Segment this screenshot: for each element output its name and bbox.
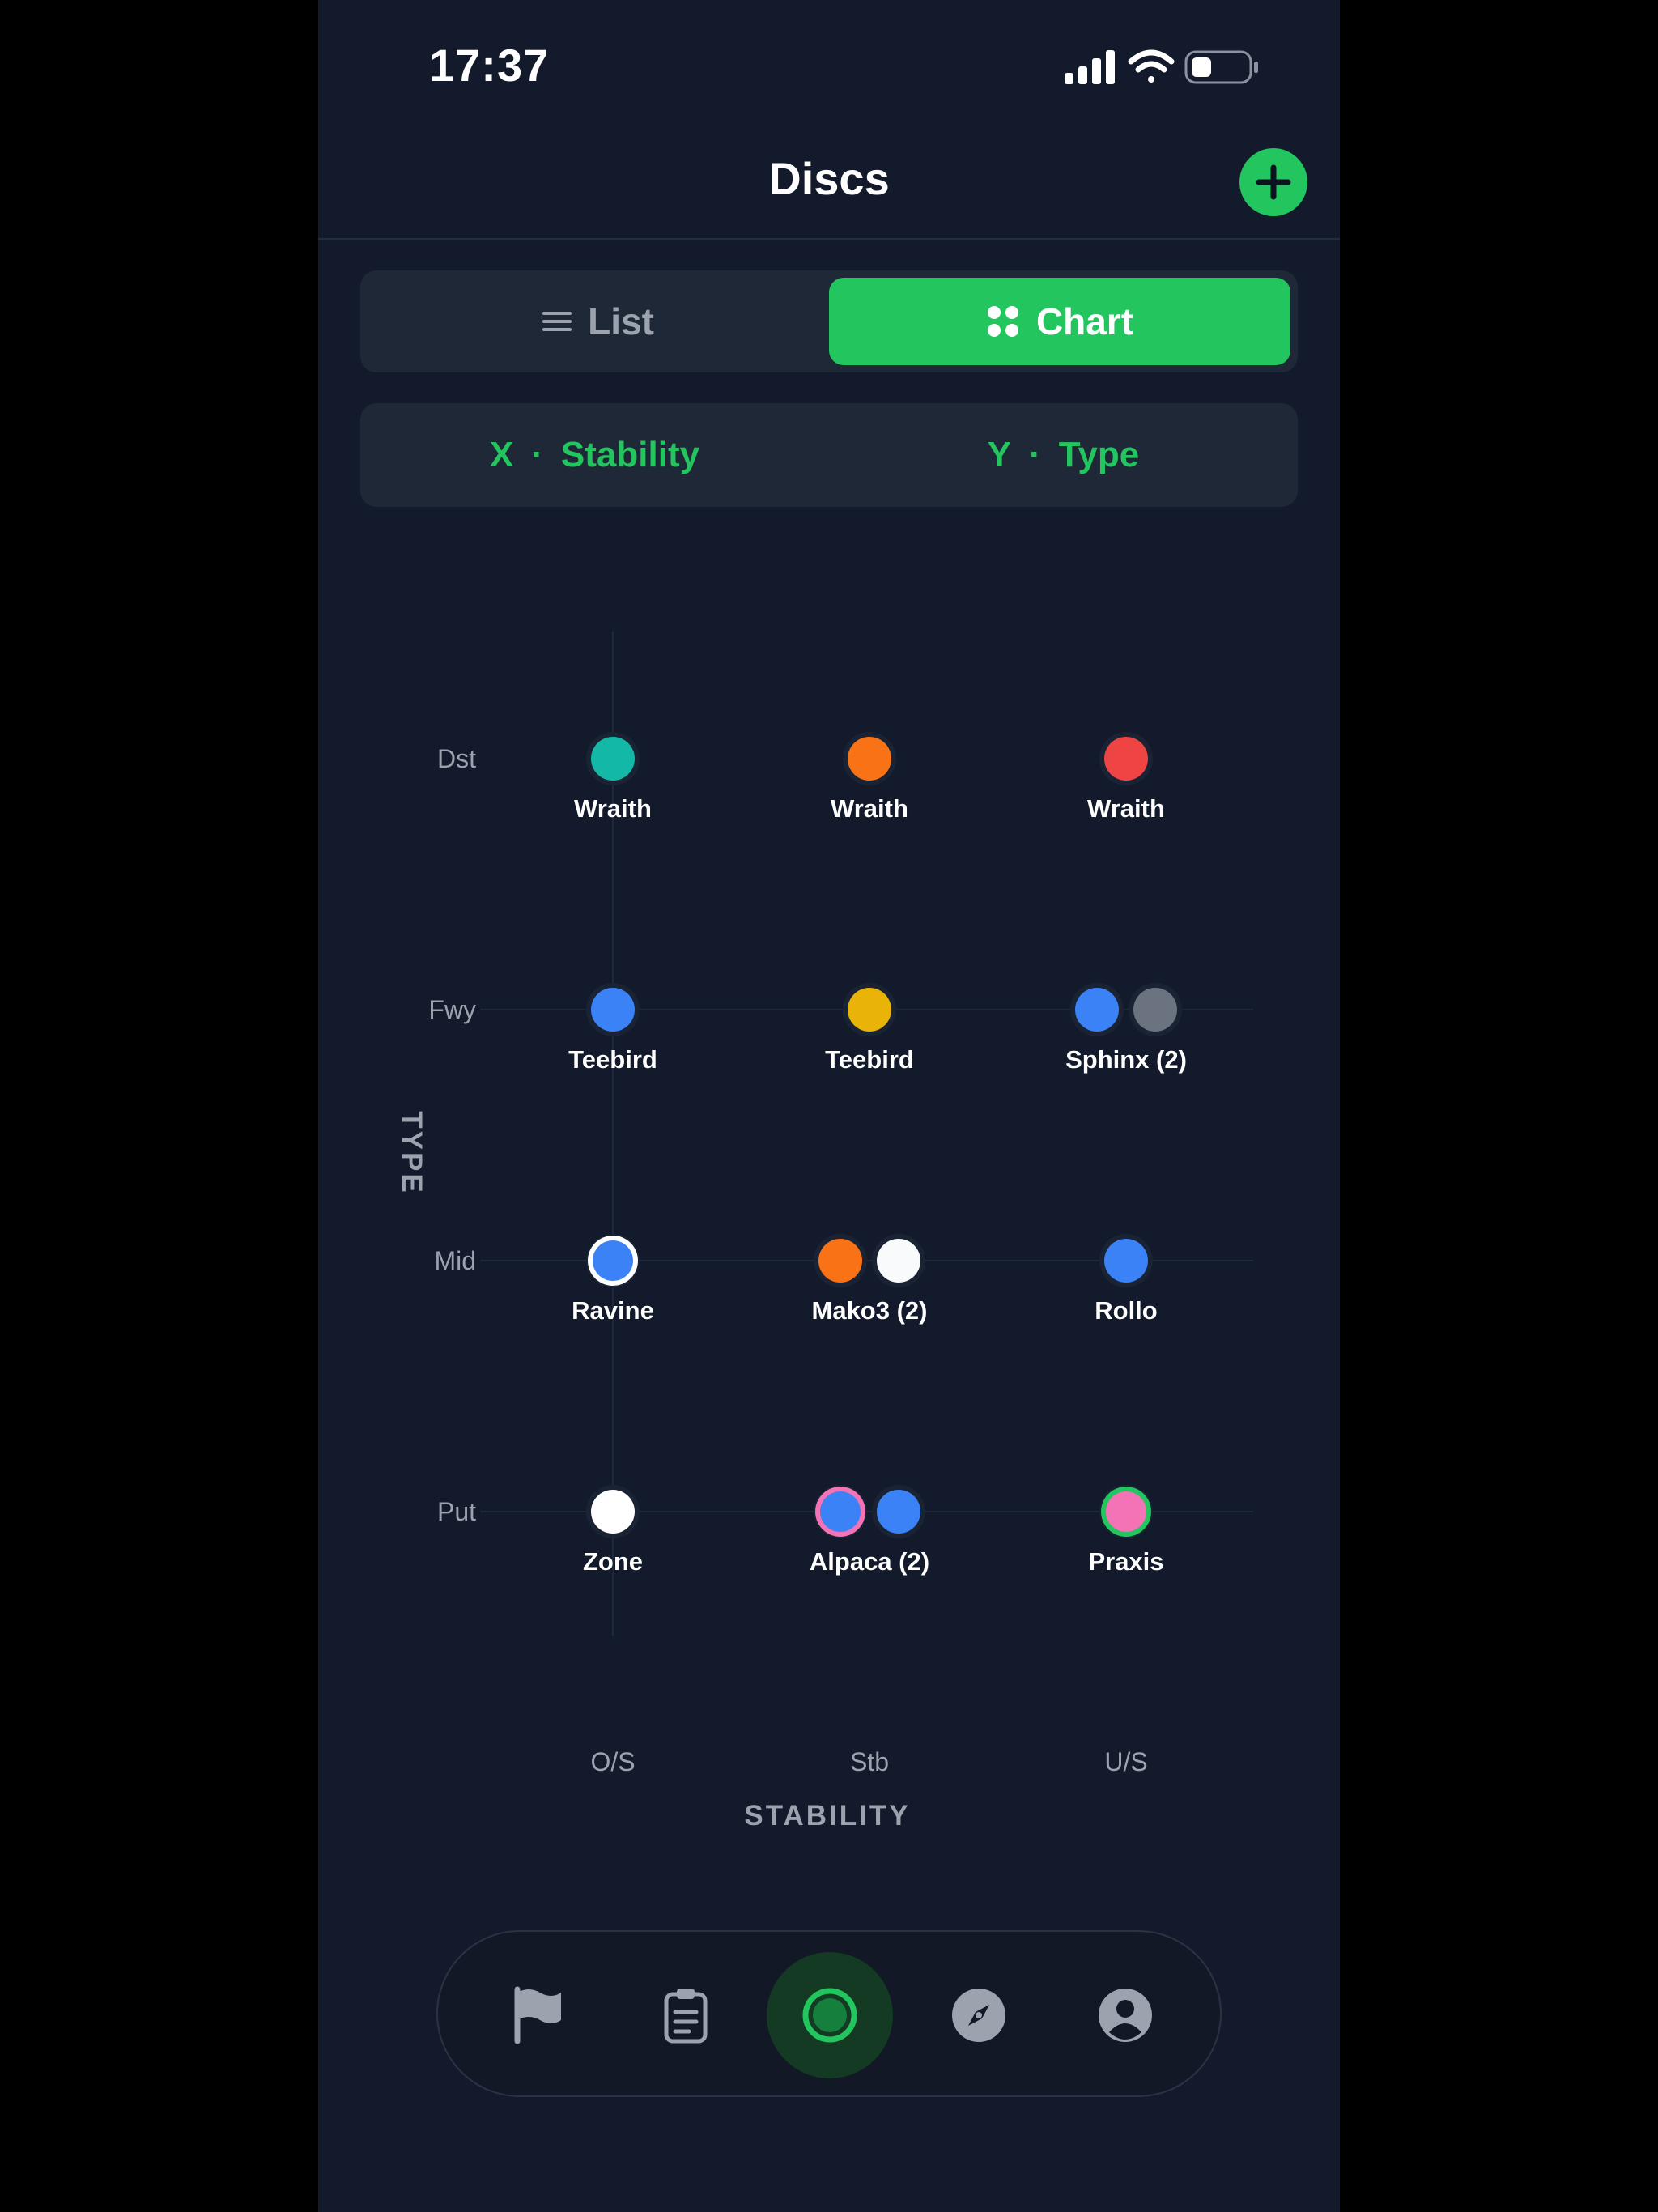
disc-marker [1106, 1491, 1146, 1532]
y-tick-label: Dst [437, 744, 476, 773]
y-axis-title: TYPE [396, 1111, 427, 1194]
header: Discs [318, 130, 1340, 240]
y-axis-prefix: Y [987, 435, 1012, 474]
phone-screen: 17:37 Discs List Chart X · Stability Y ·… [318, 0, 1340, 2212]
x-tick-label: Stb [850, 1747, 889, 1776]
flag-icon [514, 1986, 561, 2044]
tab-chart[interactable]: Chart [829, 278, 1290, 365]
y-tick-label: Put [437, 1497, 476, 1526]
nav-scorecards[interactable] [629, 1959, 742, 2072]
x-axis-separator: · [531, 435, 543, 474]
grid-dots-icon [987, 306, 1018, 337]
disc-group: Wraith [574, 732, 652, 823]
nav-courses[interactable] [483, 1959, 596, 2072]
disc-group: Ravine [572, 1234, 654, 1325]
stability-type-chart: Dst Fwy Mid Put O/S Stb U/S STABILITY TYPE Wraith… [396, 632, 1253, 1831]
disc-group: Alpaca (2) [810, 1485, 929, 1576]
disc-group: Wraith [1087, 732, 1165, 823]
disc-group: Rollo [1095, 1234, 1158, 1325]
disc-label: Mako3 (2) [812, 1296, 928, 1325]
disc-marker [1075, 988, 1119, 1032]
disc-group: Wraith [831, 732, 908, 823]
disc-label: Teebird [825, 1045, 914, 1074]
disc-label: Zone [583, 1547, 643, 1576]
compass-icon [952, 1989, 1005, 2042]
y-tick-label: Mid [434, 1246, 476, 1275]
signal-icon [1065, 50, 1115, 84]
clipboard-icon [664, 1989, 708, 2044]
status-icons [1065, 49, 1275, 86]
y-axis-value: Type [1058, 435, 1140, 474]
list-icon [542, 312, 572, 331]
disc-label: Wraith [831, 794, 908, 823]
status-time: 17:37 [429, 40, 550, 91]
add-disc-button[interactable] [1239, 148, 1307, 216]
disc-marker [820, 1491, 861, 1532]
disc-label: Wraith [574, 794, 652, 823]
x-axis-title: STABILITY [744, 1800, 910, 1831]
disc-label: Rollo [1095, 1296, 1158, 1325]
disc-icon [802, 1988, 857, 2043]
x-tick-label: O/S [590, 1747, 635, 1776]
disc-marker [1104, 1239, 1148, 1283]
x-tick-label: U/S [1104, 1747, 1147, 1776]
disc-label: Ravine [572, 1296, 654, 1325]
disc-marker [591, 737, 635, 781]
tab-list[interactable]: List [368, 278, 829, 365]
battery-icon [1184, 50, 1258, 84]
x-axis-picker[interactable]: X · Stability [360, 403, 829, 507]
page-title: Discs [768, 153, 890, 204]
disc-marker [818, 1239, 862, 1283]
y-axis-picker[interactable]: Y · Type [829, 403, 1298, 507]
disc-marker [591, 988, 635, 1032]
disc-marker [591, 1490, 635, 1534]
x-axis-value: Stability [560, 435, 700, 474]
disc-label: Sphinx (2) [1065, 1045, 1187, 1074]
disc-marker [848, 737, 891, 781]
nav-discs[interactable] [767, 1952, 893, 2078]
disc-marker [593, 1240, 633, 1281]
disc-group: Sphinx (2) [1065, 983, 1187, 1074]
disc-label: Alpaca (2) [810, 1547, 929, 1576]
axis-selector: X · Stability Y · Type [360, 403, 1298, 507]
bottom-nav [436, 1930, 1222, 2097]
y-tick-label: Fwy [428, 995, 476, 1024]
nav-explore[interactable] [922, 1959, 1035, 2072]
disc-marker [848, 988, 891, 1032]
tab-list-label: List [588, 300, 654, 342]
tab-chart-label: Chart [1035, 300, 1134, 342]
disc-group: Zone [583, 1485, 643, 1576]
disc-label: Praxis [1088, 1547, 1163, 1576]
x-axis-prefix: X [489, 435, 514, 474]
wifi-icon [1128, 49, 1175, 83]
disc-group: Mako3 (2) [812, 1234, 928, 1325]
y-axis-separator: · [1029, 435, 1041, 474]
disc-marker [877, 1239, 920, 1283]
disc-marker [877, 1490, 920, 1534]
disc-label: Wraith [1087, 794, 1165, 823]
disc-group: Teebird [568, 983, 657, 1074]
nav-profile[interactable] [1069, 1959, 1182, 2072]
profile-icon [1099, 1989, 1152, 2042]
disc-marker [1104, 737, 1148, 781]
disc-group: Praxis [1088, 1485, 1164, 1576]
view-toggle: List Chart [360, 270, 1298, 372]
disc-marker [1133, 988, 1177, 1032]
disc-label: Teebird [568, 1045, 657, 1074]
disc-group: Teebird [825, 983, 914, 1074]
plus-icon [1256, 164, 1291, 200]
